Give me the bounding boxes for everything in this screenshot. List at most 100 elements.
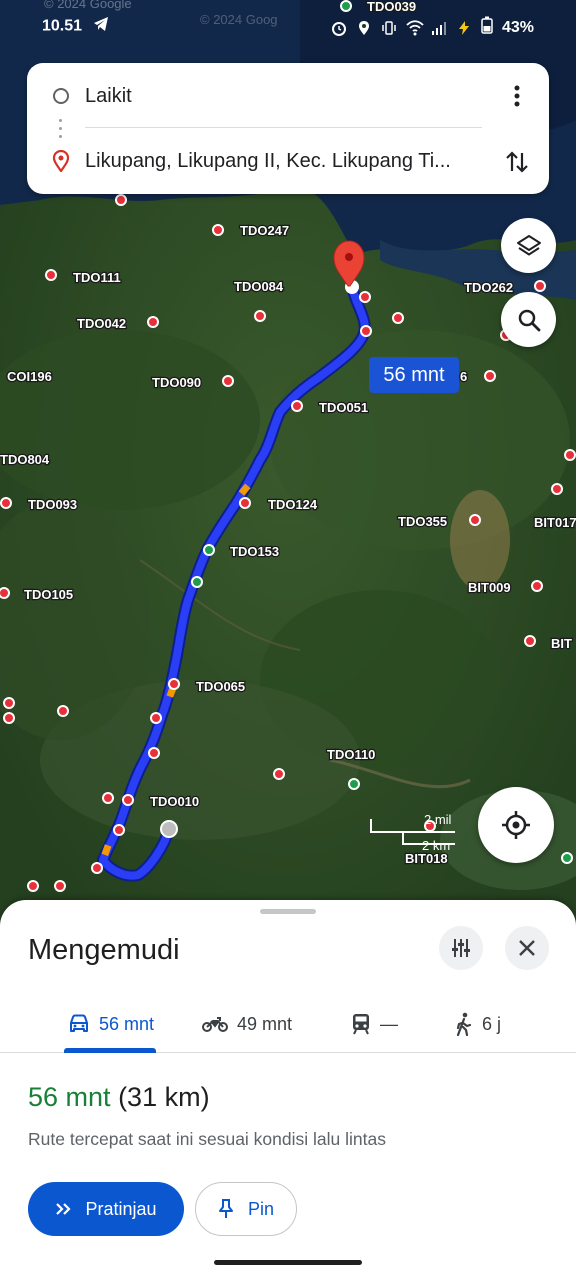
layers-button[interactable] xyxy=(501,218,556,273)
route-distance: (31 km) xyxy=(118,1082,210,1112)
map-poi-label[interactable]: TDO042 xyxy=(76,315,128,333)
map-poi-marker[interactable] xyxy=(359,291,371,303)
battery-icon xyxy=(481,16,493,39)
map-poi-label[interactable]: TDO247 xyxy=(239,222,291,240)
map-poi-marker[interactable] xyxy=(91,862,103,874)
pin-button[interactable]: Pin xyxy=(195,1182,297,1236)
walk-icon xyxy=(456,1012,472,1036)
map-poi-marker[interactable] xyxy=(113,824,125,836)
route-description: Rute tercepat saat ini sesuai kondisi la… xyxy=(28,1129,386,1149)
tab-motorcycle-label: 49 mnt xyxy=(237,1013,293,1034)
wifi-icon xyxy=(406,19,424,36)
gesture-navigation-bar[interactable] xyxy=(214,1260,362,1265)
map-poi-marker[interactable] xyxy=(239,497,251,509)
route-time-bubble[interactable]: 56 mnt xyxy=(369,357,459,393)
map-poi-label[interactable]: BIT009 xyxy=(467,579,512,597)
map-poi-marker[interactable] xyxy=(168,678,180,690)
tab-motorcycle[interactable]: 49 mnt xyxy=(202,995,292,1053)
map-poi-marker[interactable] xyxy=(203,544,215,556)
route-start-marker[interactable] xyxy=(160,820,178,838)
pin-button-label: Pin xyxy=(247,1198,274,1219)
map-poi-marker[interactable] xyxy=(534,280,546,292)
map-poi-label[interactable]: 6 xyxy=(459,368,469,386)
map-poi-marker[interactable] xyxy=(122,794,134,806)
map-poi-marker[interactable] xyxy=(564,449,576,461)
preview-button[interactable]: Pratinjau xyxy=(28,1182,184,1236)
pushpin-icon xyxy=(218,1199,233,1218)
map-poi-label[interactable]: TDO153 xyxy=(229,543,281,561)
sheet-title: Mengemudi xyxy=(28,934,180,966)
layers-icon xyxy=(516,234,541,255)
tune-icon xyxy=(452,939,470,957)
more-options-button[interactable] xyxy=(503,81,531,111)
map-poi-marker[interactable] xyxy=(3,697,15,709)
destination-field[interactable]: Likupang, Likupang II, Kec. Likupang Ti.… xyxy=(27,136,549,186)
close-button[interactable] xyxy=(505,926,549,970)
map-poi-label[interactable]: TDO262 xyxy=(463,279,515,297)
map-poi-label[interactable]: TDO804 xyxy=(0,451,51,469)
map-poi-marker[interactable] xyxy=(147,316,159,328)
origin-field[interactable]: Laikit xyxy=(27,71,549,121)
map-poi-label[interactable]: TDO093 xyxy=(27,496,79,514)
status-icons: 43% xyxy=(331,16,534,39)
map-poi-marker[interactable] xyxy=(273,768,285,780)
double-chevron-right-icon xyxy=(56,1203,72,1215)
map-poi-marker[interactable] xyxy=(0,497,12,509)
map-poi-marker[interactable] xyxy=(212,224,224,236)
swap-vert-icon xyxy=(506,151,528,173)
map-poi-marker[interactable] xyxy=(27,880,39,892)
map-poi-marker[interactable] xyxy=(3,712,15,724)
map-poi-marker[interactable] xyxy=(45,269,57,281)
tab-drive-label: 56 mnt xyxy=(99,1013,155,1034)
map-poi-marker[interactable] xyxy=(148,747,160,759)
map-poi-marker[interactable] xyxy=(54,880,66,892)
location-icon xyxy=(356,20,372,36)
my-location-icon xyxy=(502,811,530,839)
map-poi-label[interactable]: TDO105 xyxy=(23,586,75,604)
map-poi-marker[interactable] xyxy=(484,370,496,382)
map-poi-marker[interactable] xyxy=(191,576,203,588)
destination-pin-icon xyxy=(52,149,70,177)
map-poi-marker[interactable] xyxy=(150,712,162,724)
search-along-route-button[interactable] xyxy=(501,292,556,347)
map-poi-label[interactable]: TDO124 xyxy=(267,496,319,514)
map-poi-marker[interactable] xyxy=(469,514,481,526)
map-poi-marker[interactable] xyxy=(524,635,536,647)
map-poi-marker[interactable] xyxy=(551,483,563,495)
map-poi-label[interactable]: BIT018 xyxy=(404,850,449,868)
map-poi-label[interactable]: TDO111 xyxy=(72,269,122,287)
map-poi-label[interactable]: TDO355 xyxy=(397,513,449,531)
map-poi-marker[interactable] xyxy=(57,705,69,717)
map-poi-marker[interactable] xyxy=(115,194,127,206)
map-poi-label[interactable]: TDO084 xyxy=(233,278,285,296)
map-poi-label[interactable]: COI196 xyxy=(6,368,53,386)
map-poi-label[interactable]: BIT017 xyxy=(533,514,576,532)
divider xyxy=(85,127,482,128)
map-poi-marker[interactable] xyxy=(348,778,360,790)
telegram-icon xyxy=(93,17,109,36)
map-poi-label[interactable]: TDO010 xyxy=(149,793,201,811)
scale-km-label: 2 km xyxy=(422,838,450,853)
map-poi-marker[interactable] xyxy=(561,852,573,864)
map-poi-marker[interactable] xyxy=(392,312,404,324)
drag-handle[interactable] xyxy=(260,909,316,914)
map-poi-label[interactable]: BIT xyxy=(550,635,574,653)
my-location-button[interactable] xyxy=(478,787,554,863)
map-poi-label[interactable]: TDO110 xyxy=(326,746,377,764)
map-poi-marker[interactable] xyxy=(360,325,372,337)
map-poi-marker[interactable] xyxy=(254,310,266,322)
map-poi-label[interactable]: TDO065 xyxy=(195,678,247,696)
map-poi-marker[interactable] xyxy=(102,792,114,804)
tab-drive[interactable]: 56 mnt xyxy=(68,995,154,1053)
charging-icon xyxy=(456,20,472,36)
tab-transit[interactable]: — xyxy=(351,995,398,1053)
map-poi-marker[interactable] xyxy=(291,400,303,412)
map-poi-marker[interactable] xyxy=(222,375,234,387)
swap-button[interactable] xyxy=(503,147,531,177)
map-poi-marker[interactable] xyxy=(531,580,543,592)
route-options-button[interactable] xyxy=(439,926,483,970)
map-poi-label[interactable]: TDO051 xyxy=(318,399,370,417)
tab-walk[interactable]: 6 j xyxy=(455,995,501,1053)
map-poi-marker[interactable] xyxy=(0,587,10,599)
map-poi-label[interactable]: TDO090 xyxy=(151,374,203,392)
